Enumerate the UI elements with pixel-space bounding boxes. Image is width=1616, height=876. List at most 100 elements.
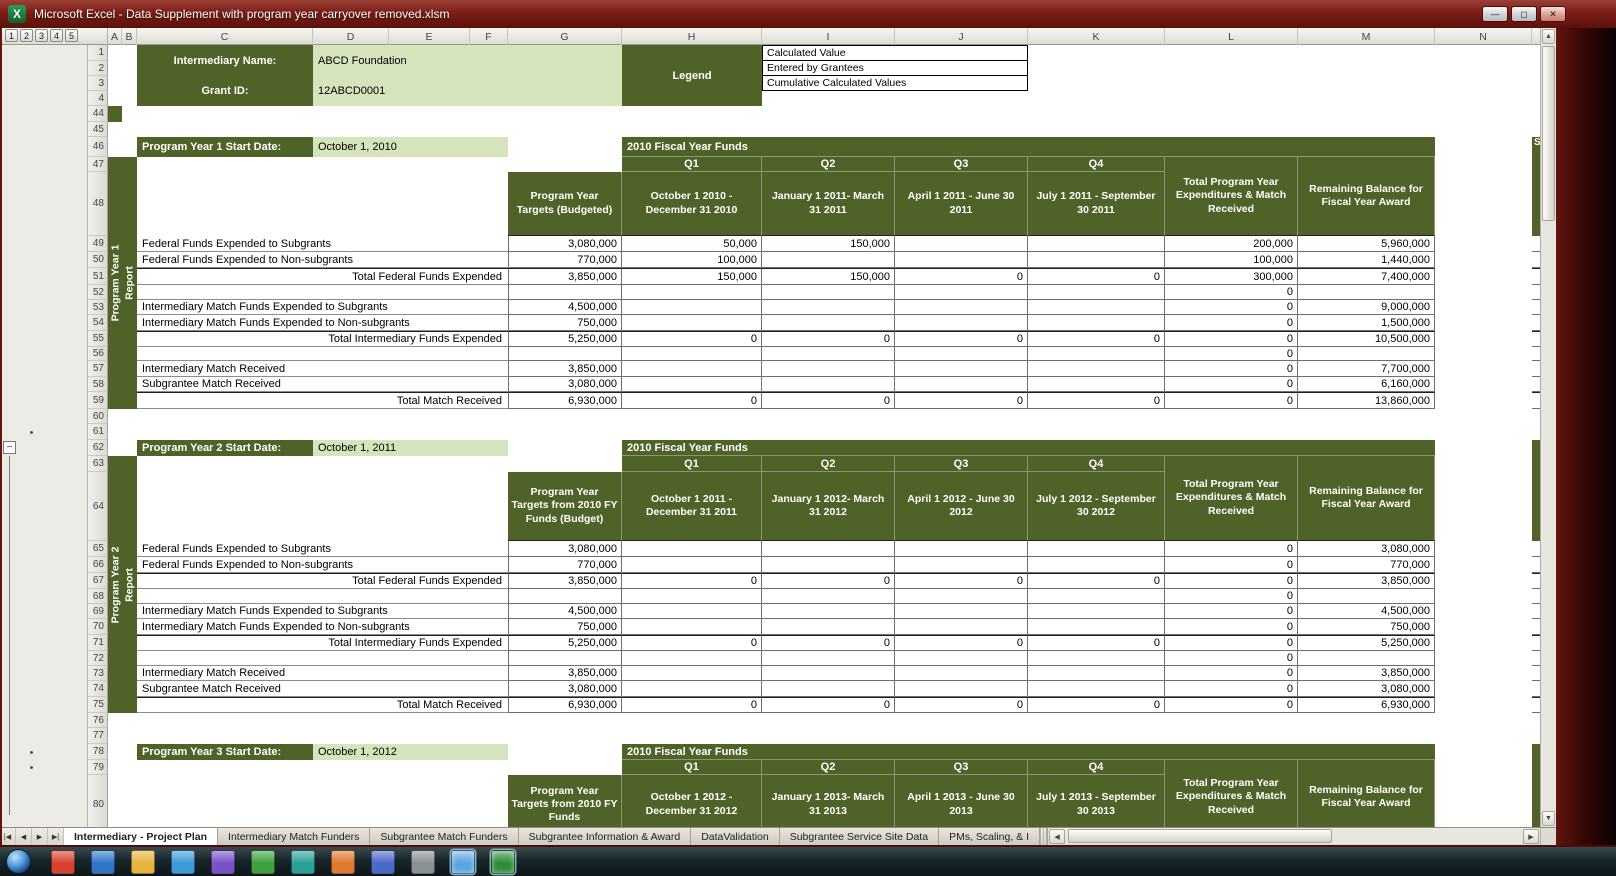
row-header-62[interactable]: 62	[88, 440, 108, 456]
row-70-q1-cell[interactable]	[622, 619, 762, 635]
taskbar-icon-app-10[interactable]	[411, 850, 435, 874]
row-75-q4-cell[interactable]: 0	[1028, 697, 1165, 713]
row-52-remaining-cell[interactable]	[1298, 285, 1435, 300]
row-55-q2-cell[interactable]: 0	[762, 331, 895, 347]
row-50-q4-cell[interactable]	[1028, 252, 1165, 268]
row-header-73[interactable]: 73	[88, 666, 108, 681]
row-68-q2-cell[interactable]	[762, 589, 895, 604]
row-header-45[interactable]: 45	[88, 122, 108, 137]
row-73-total-cell[interactable]: 0	[1165, 666, 1298, 681]
row-71-remaining-cell[interactable]: 5,250,000	[1298, 635, 1435, 651]
row-header-3[interactable]: 3	[88, 76, 108, 91]
column-header-A[interactable]: A	[108, 28, 122, 45]
row-71-q2-cell[interactable]: 0	[762, 635, 895, 651]
row-53-q2-cell[interactable]	[762, 300, 895, 315]
row-56-total-cell[interactable]: 0	[1165, 347, 1298, 361]
row-52-q2-cell[interactable]	[762, 285, 895, 300]
taskbar-icon-app-2[interactable]	[91, 850, 115, 874]
row-74-target-cell[interactable]: 3,080,000	[508, 681, 622, 697]
row-header-59[interactable]: 59	[88, 392, 108, 409]
row-56-target-cell[interactable]	[508, 347, 622, 361]
row-67-q1-cell[interactable]: 0	[622, 573, 762, 589]
row-74-total-cell[interactable]: 0	[1165, 681, 1298, 697]
row-69-q4-cell[interactable]	[1028, 604, 1165, 619]
column-header-B[interactable]: B	[122, 28, 137, 45]
row-73-q4-cell[interactable]	[1028, 666, 1165, 681]
row-header-68[interactable]: 68	[88, 589, 108, 604]
row-72-target-cell[interactable]	[508, 651, 622, 666]
row-71-label[interactable]: Total Intermediary Funds Expended	[137, 635, 508, 651]
row-74-q4-cell[interactable]	[1028, 681, 1165, 697]
row-69-target-cell[interactable]: 4,500,000	[508, 604, 622, 619]
row-55-q4-cell[interactable]: 0	[1028, 331, 1165, 347]
row-header-55[interactable]: 55	[88, 331, 108, 347]
row-49-label[interactable]: Federal Funds Expended to Subgrants	[137, 236, 508, 252]
row-58-remaining-cell[interactable]: 6,160,000	[1298, 377, 1435, 392]
row-header-80[interactable]: 80	[88, 775, 108, 827]
tab-splitter-handle[interactable]	[1040, 828, 1048, 845]
row-header-67[interactable]: 67	[88, 573, 108, 589]
sheet-tab-intermediary-match-funders[interactable]: Intermediary Match Funders	[218, 828, 370, 845]
row-header-57[interactable]: 57	[88, 361, 108, 377]
column-header-G[interactable]: G	[508, 28, 622, 45]
row-55-label[interactable]: Total Intermediary Funds Expended	[137, 331, 508, 347]
row-52-target-cell[interactable]	[508, 285, 622, 300]
taskbar-icon-app-1[interactable]	[51, 850, 75, 874]
row-53-label[interactable]: Intermediary Match Funds Expended to Sub…	[137, 300, 508, 315]
row-50-total-cell[interactable]: 100,000	[1165, 252, 1298, 268]
row-70-remaining-cell[interactable]: 750,000	[1298, 619, 1435, 635]
row-50-q3-cell[interactable]	[895, 252, 1028, 268]
row-57-total-cell[interactable]: 0	[1165, 361, 1298, 377]
row-69-q3-cell[interactable]	[895, 604, 1028, 619]
row-67-q2-cell[interactable]: 0	[762, 573, 895, 589]
row-59-q4-cell[interactable]: 0	[1028, 392, 1165, 409]
column-header-K[interactable]: K	[1028, 28, 1165, 45]
h-scroll-right-arrow-icon[interactable]: ▶	[1523, 829, 1539, 844]
row-54-target-cell[interactable]: 750,000	[508, 315, 622, 331]
horizontal-scrollbar-track[interactable]	[1066, 829, 1522, 844]
row-73-target-cell[interactable]: 3,850,000	[508, 666, 622, 681]
row-74-q3-cell[interactable]	[895, 681, 1028, 697]
row-57-target-cell[interactable]: 3,850,000	[508, 361, 622, 377]
sheet-tab-subgrantee-information-award[interactable]: Subgrantee Information & Award	[519, 828, 692, 845]
row-54-label[interactable]: Intermediary Match Funds Expended to Non…	[137, 315, 508, 331]
column-header-N[interactable]: N	[1435, 28, 1532, 45]
taskbar-icon-app-8[interactable]	[331, 850, 355, 874]
row-66-total-cell[interactable]: 0	[1165, 557, 1298, 573]
row-59-remaining-cell[interactable]: 13,860,000	[1298, 392, 1435, 409]
row-50-target-cell[interactable]: 770,000	[508, 252, 622, 268]
row-75-q1-cell[interactable]: 0	[622, 697, 762, 713]
row-51-target-cell[interactable]: 3,850,000	[508, 268, 622, 285]
row-66-target-cell[interactable]: 770,000	[508, 557, 622, 573]
row-50-label[interactable]: Federal Funds Expended to Non-subgrants	[137, 252, 508, 268]
vertical-scrollbar[interactable]: ▲ ▼	[1540, 28, 1556, 827]
py1-start-date-value[interactable]: October 1, 2010	[313, 137, 508, 157]
outline-level-button-2[interactable]: 2	[20, 29, 33, 42]
row-49-q1-cell[interactable]: 50,000	[622, 236, 762, 252]
row-72-q1-cell[interactable]	[622, 651, 762, 666]
row-55-total-cell[interactable]: 0	[1165, 331, 1298, 347]
row-57-label[interactable]: Intermediary Match Received	[137, 361, 508, 377]
row-51-label[interactable]: Total Federal Funds Expended	[137, 268, 508, 285]
row-73-q1-cell[interactable]	[622, 666, 762, 681]
row-65-total-cell[interactable]: 0	[1165, 541, 1298, 557]
row-49-q2-cell[interactable]: 150,000	[762, 236, 895, 252]
row-67-remaining-cell[interactable]: 3,850,000	[1298, 573, 1435, 589]
row-header-44[interactable]: 44	[88, 106, 108, 122]
row-header-69[interactable]: 69	[88, 604, 108, 619]
row-70-target-cell[interactable]: 750,000	[508, 619, 622, 635]
row-58-target-cell[interactable]: 3,080,000	[508, 377, 622, 392]
row-73-label[interactable]: Intermediary Match Received	[137, 666, 508, 681]
row-67-label[interactable]: Total Federal Funds Expended	[137, 573, 508, 589]
legend-item-cumulative[interactable]: Cumulative Calculated Values	[762, 76, 1028, 91]
py3-start-date-value[interactable]: October 1, 2012	[313, 744, 508, 760]
row-65-q2-cell[interactable]	[762, 541, 895, 557]
row-57-q2-cell[interactable]	[762, 361, 895, 377]
row-53-target-cell[interactable]: 4,500,000	[508, 300, 622, 315]
row-51-q4-cell[interactable]: 0	[1028, 268, 1165, 285]
row-75-label[interactable]: Total Match Received	[137, 697, 508, 713]
row-66-remaining-cell[interactable]: 770,000	[1298, 557, 1435, 573]
py2-start-date-value[interactable]: October 1, 2011	[313, 440, 508, 456]
row-69-label[interactable]: Intermediary Match Funds Expended to Sub…	[137, 604, 508, 619]
intermediary-name-value[interactable]: ABCD Foundation	[313, 45, 622, 76]
